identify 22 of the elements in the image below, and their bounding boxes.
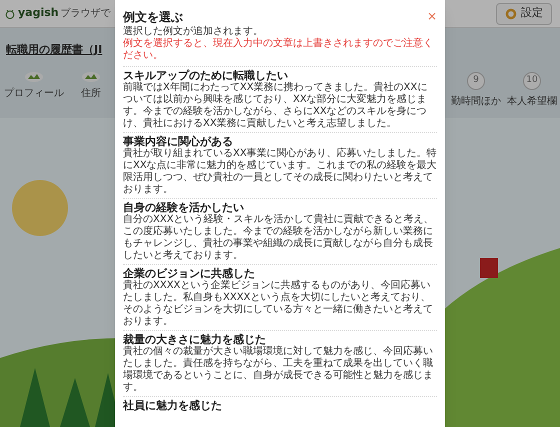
step-label[interactable]: プロフィール (4, 86, 64, 101)
page-title: 転職用の履歴書（JI (6, 43, 102, 56)
example-title[interactable]: 企業のビジョンに共感した (123, 267, 437, 280)
modal-note: 選択した例文が追加されます。 (123, 26, 264, 38)
modal-title: 例文を選ぶ (123, 10, 183, 24)
step-label[interactable]: 本人希望欄 (507, 94, 557, 109)
settings-button[interactable]: 設定 (496, 2, 552, 24)
tagline: ブラウザで (60, 6, 111, 21)
example-text[interactable]: 貴社のXXXXという企業ビジョンに共感するものがあり、今回応募いたしました。私自身もXXXXという点を大切にしたいと考えており、そのようなビジョンを大切にしている方々と一緒に働きたいと考えております。 (123, 280, 437, 328)
example-title[interactable]: 社員に魅力を感じた (123, 399, 437, 412)
example-title[interactable]: 自身の経験を活かしたい (123, 201, 437, 214)
example-title[interactable]: 裁量の大きさに魅力を感じた (123, 333, 437, 346)
example-title[interactable]: 事業内容に関心がある (123, 135, 437, 148)
example-title[interactable]: スキルアップのために転職したい (123, 69, 437, 82)
example-text[interactable]: 貴社の個々の裁量が大きい職場環境に対して魅力を感じ、今回応募いたしました。責任感を持ちながら、工夫を重ねて成果を出していく職場環境であるということに、自身が成長できる可能性と魅力を感じます。 (123, 346, 437, 394)
example-text[interactable]: 自分のXXXという経験・スキルを活かして貴社に貢献できると考え、この度応募いたしました。今までの経験を活かしながら新しい業務にもチャレンジし、貴社の事業や組織の成長に貢献しながら自分も成長したいと考えております。 (123, 214, 437, 262)
modal-warning: 例文を選択すると、現在入力中の文章は上書きされますのでご注意ください。 (123, 38, 434, 62)
example-text[interactable]: 貴社が取り組まれているXX事業に関心があり、応募いたしました。特にXXな点に非常に魅力的を感じています。これまでの私の経験を最大限活用しつつ、ぜひ貴社の一員としてその成長に関わりたいと考えております。 (123, 148, 437, 196)
step-label[interactable]: 住所 (81, 86, 101, 101)
example-text[interactable]: 前職ではX年間にわたってXX業務に携わってきました。貴社のXXについては以前から興味を感じており、XXな部分に大変魅力を感じます。今までの経験を活かしながら、さらにXXなどのスキルを身につけ、貴社におけるXX業務に貢献したいと考え志望しました。 (123, 82, 437, 130)
logo-text[interactable]: yagish (18, 5, 59, 22)
step-label[interactable]: 勤時間ほか (451, 94, 501, 109)
